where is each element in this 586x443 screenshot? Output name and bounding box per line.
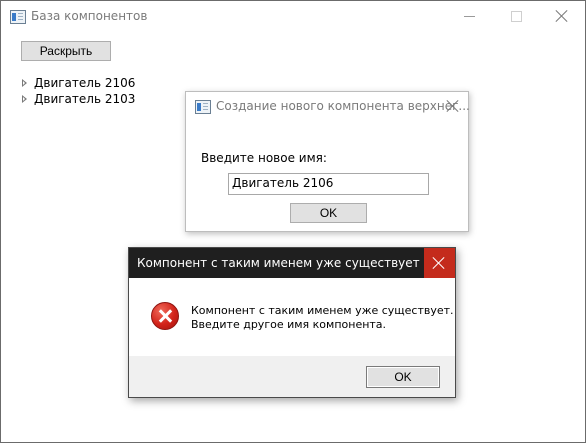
maximize-button[interactable] bbox=[493, 1, 539, 32]
error-content: Компонент с таким именем уже существует.… bbox=[129, 278, 455, 356]
close-icon bbox=[432, 256, 446, 270]
dialog-app-icon bbox=[195, 100, 211, 114]
create-dialog-close-button[interactable] bbox=[438, 92, 468, 122]
error-titlebar[interactable]: Компонент с таким именем уже существует bbox=[129, 248, 455, 278]
close-button[interactable] bbox=[539, 1, 585, 32]
new-name-input[interactable]: Двигатель 2106 bbox=[228, 173, 429, 195]
create-ok-button[interactable]: OK bbox=[290, 203, 367, 223]
error-message: Компонент с таким именем уже существует.… bbox=[191, 304, 454, 332]
tree-item-label: Двигатель 2103 bbox=[34, 92, 136, 106]
create-dialog-title: Создание нового компонента верхнег... bbox=[216, 99, 470, 113]
expand-arrow-icon[interactable] bbox=[22, 95, 27, 103]
main-titlebar[interactable]: База компонентов bbox=[1, 1, 585, 32]
app-icon bbox=[10, 10, 26, 24]
error-message-line-1: Компонент с таким именем уже существует. bbox=[191, 304, 454, 317]
main-window-title: База компонентов bbox=[31, 9, 148, 23]
create-component-dialog: Создание нового компонента верхнег... Вв… bbox=[185, 91, 470, 232]
close-icon bbox=[446, 99, 460, 113]
error-ok-button[interactable]: OK bbox=[366, 366, 440, 388]
create-dialog-titlebar[interactable]: Создание нового компонента верхнег... bbox=[186, 92, 470, 122]
tree-item-label: Двигатель 2106 bbox=[34, 76, 136, 90]
error-icon bbox=[151, 302, 179, 330]
error-title: Компонент с таким именем уже существует bbox=[137, 256, 420, 270]
minimize-icon bbox=[464, 16, 475, 17]
close-icon bbox=[555, 9, 569, 23]
error-message-box: Компонент с таким именем уже существует … bbox=[128, 247, 456, 398]
error-close-button[interactable] bbox=[424, 248, 455, 278]
expand-button[interactable]: Раскрыть bbox=[21, 41, 111, 61]
minimize-button[interactable] bbox=[447, 1, 493, 32]
error-message-line-2: Введите другое имя компонента. bbox=[191, 318, 387, 331]
expand-arrow-icon[interactable] bbox=[22, 79, 27, 87]
maximize-icon bbox=[511, 11, 522, 22]
new-name-label: Введите новое имя: bbox=[201, 151, 327, 165]
